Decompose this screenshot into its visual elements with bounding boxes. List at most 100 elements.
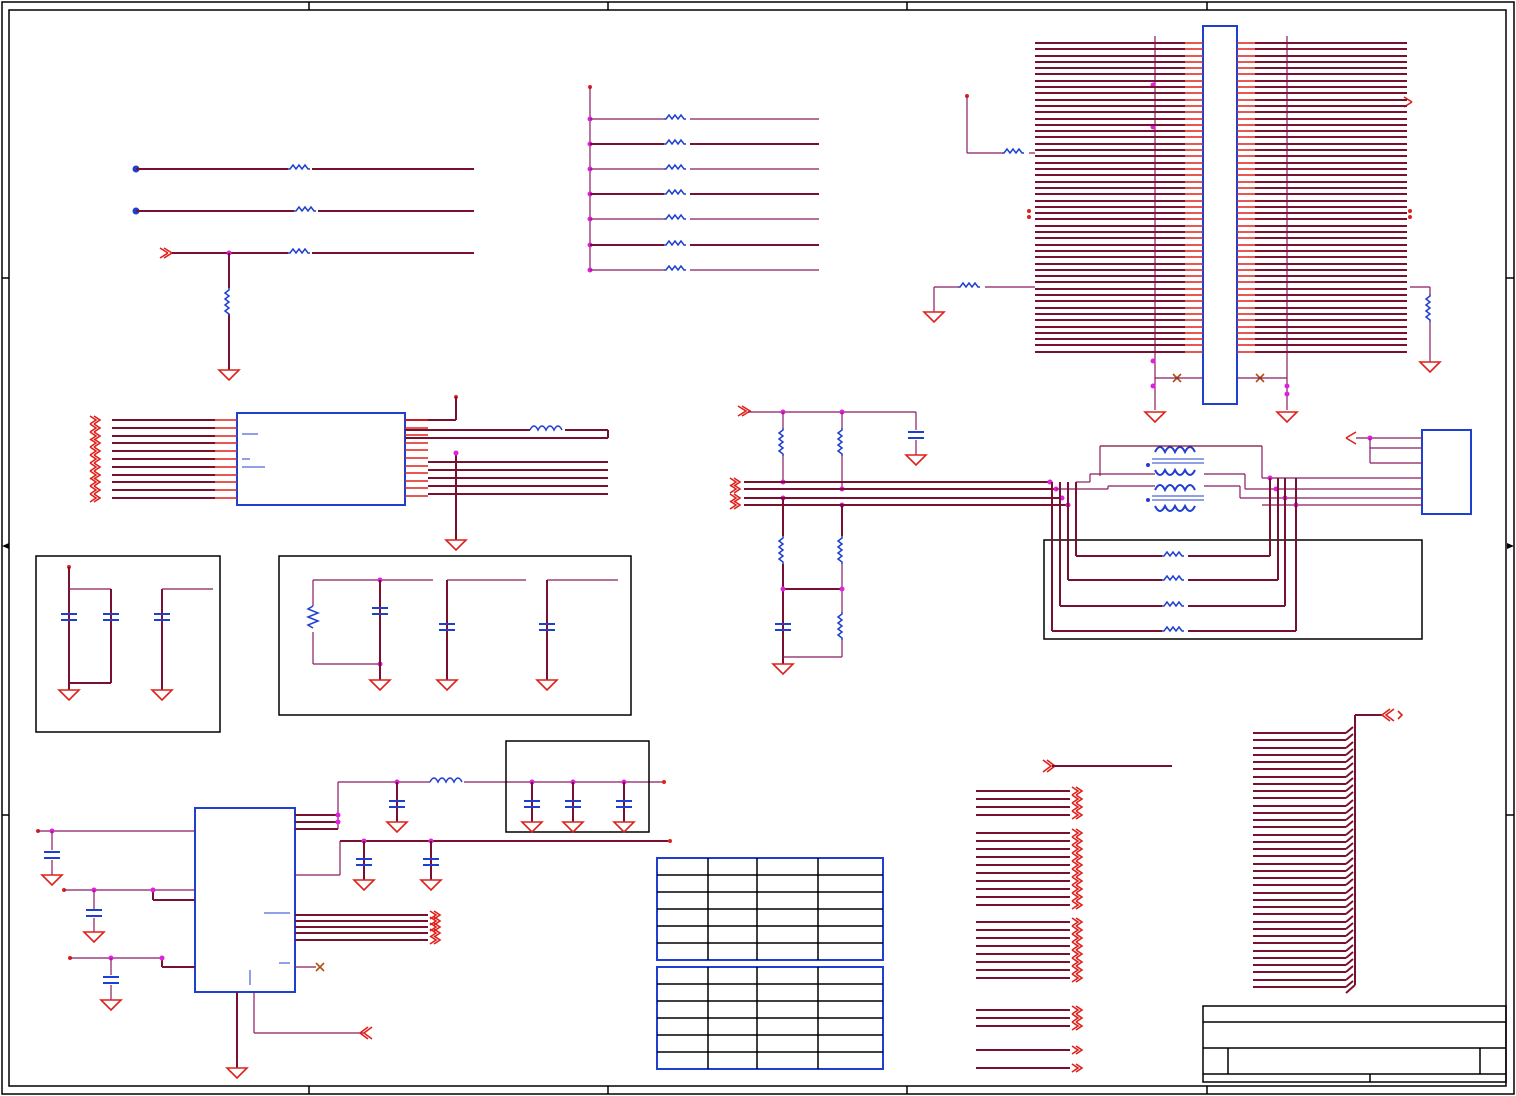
bus-offpage — [1071, 965, 1084, 975]
bus-offpage — [1071, 941, 1084, 951]
gnd-resistor — [958, 281, 980, 289]
bus-offpage — [1071, 876, 1084, 886]
schematic-canvas — [1, 1, 1515, 1095]
bus-offpage — [1071, 957, 1084, 967]
bus-offpage — [1071, 868, 1084, 878]
bank-resistor — [664, 264, 686, 272]
main-connector — [922, 25, 1442, 424]
bus-entry-slant — [1345, 944, 1354, 952]
bus-entry-slant — [1345, 980, 1354, 988]
bob-smith-resistor — [1162, 550, 1184, 558]
input-offpage — [89, 454, 102, 464]
resistor-r2 — [294, 205, 316, 213]
bus-entry-slant — [1345, 799, 1354, 807]
bus-entry-slant — [1345, 900, 1354, 908]
reg-output-offpage — [429, 935, 442, 945]
bus-offpage — [1071, 900, 1084, 910]
bus-entry-slant — [1345, 806, 1354, 814]
bus-entry-slant — [1345, 929, 1354, 937]
config-table-lower — [656, 966, 884, 1070]
bus-offpage — [1071, 933, 1084, 943]
bus-offpage — [1071, 1021, 1084, 1031]
bus-entry-slant — [1345, 748, 1354, 756]
bus-entry-slant — [1345, 784, 1354, 792]
bus-offpage — [1071, 1045, 1084, 1055]
bus-entry-slant — [1345, 886, 1354, 894]
bus-offpage — [1071, 925, 1084, 935]
term-resistor — [777, 536, 785, 564]
bus-entry-slant — [1345, 762, 1354, 770]
bus-entry-slant — [1345, 733, 1354, 741]
bus-entry-slant — [1345, 878, 1354, 886]
bus-offpage — [1071, 1063, 1084, 1073]
bank-resistor — [664, 163, 686, 171]
bus-offpage — [1071, 802, 1084, 812]
bus-offpage — [1071, 786, 1084, 796]
bus-entry-slant — [1345, 777, 1354, 785]
bus-entry-slant — [1345, 965, 1354, 973]
generated-schematic-elements — [89, 42, 1432, 1073]
bus-entry-slant — [1345, 849, 1354, 857]
decoupling-box-middle — [278, 555, 632, 716]
config-table-upper — [656, 857, 884, 961]
resistor-r1 — [288, 163, 310, 171]
input-offpage — [89, 493, 102, 503]
termination-network — [737, 405, 928, 676]
bus-offpage — [1071, 794, 1084, 804]
bus-entry-slant — [1345, 828, 1354, 836]
bus-entry-slant — [1345, 915, 1354, 923]
bus-entry-slant — [1345, 907, 1354, 915]
bus-entry-slant — [1345, 726, 1354, 734]
input-offpage — [89, 477, 102, 487]
bus-entry-slant — [1345, 922, 1354, 930]
bus-entry-slant — [1345, 893, 1354, 901]
bus-offpage — [1071, 844, 1084, 854]
bus-offpage — [1071, 884, 1084, 894]
bus-entry-slant — [1345, 791, 1354, 799]
input-offpage — [89, 485, 102, 495]
bus-offpage — [1071, 949, 1084, 959]
bus-entry-slant — [1345, 741, 1354, 749]
bus-offpage — [1071, 810, 1084, 820]
input-offpage — [89, 423, 102, 433]
bank-resistor — [664, 239, 686, 247]
bus-offpage — [1071, 828, 1084, 838]
bus-offpage — [1071, 852, 1084, 862]
schematic-sheet — [0, 0, 1516, 1096]
bus-offpage — [1071, 1013, 1084, 1023]
bus-entry-slant — [1345, 857, 1354, 865]
term-resistor — [836, 612, 844, 640]
resistor-r3 — [288, 247, 310, 255]
bus-offpage — [1071, 1005, 1084, 1015]
term-resistor — [777, 428, 785, 456]
bus-entry-slant — [1345, 842, 1354, 850]
bus-offpage — [1071, 860, 1084, 870]
bus-entry-slant — [1345, 951, 1354, 959]
bus-entry-slant — [1345, 835, 1354, 843]
bank-resistor — [664, 113, 686, 121]
bus-offpage — [1071, 973, 1084, 983]
bus-offpage — [1071, 892, 1084, 902]
bus-entry-slant — [1345, 958, 1354, 966]
diff-pair-offpage — [729, 500, 742, 510]
bus-offpage — [1071, 917, 1084, 927]
regulator-ic — [36, 740, 672, 1080]
input-offpage — [89, 462, 102, 472]
bus-entry-slant — [1345, 755, 1354, 763]
term-resistor — [836, 428, 844, 456]
right-gnd-resistor — [1424, 294, 1432, 322]
bank-resistor — [664, 188, 686, 196]
bank-resistor — [664, 138, 686, 146]
bus-entry-slant — [1345, 871, 1354, 879]
bus-entry-slant — [1345, 864, 1354, 872]
decoupling-box-left — [35, 555, 221, 733]
diff-pair-offpage — [729, 484, 742, 494]
bus-entry-slant — [1345, 936, 1354, 944]
signal-bus-right — [1042, 708, 1404, 773]
bus-entry-slant — [1345, 770, 1354, 778]
input-offpage — [89, 438, 102, 448]
title-block — [1202, 1005, 1507, 1083]
bus-entry-slant — [1345, 973, 1354, 981]
magnetics-transformer — [1043, 429, 1472, 640]
bob-smith-resistor — [1162, 600, 1184, 608]
